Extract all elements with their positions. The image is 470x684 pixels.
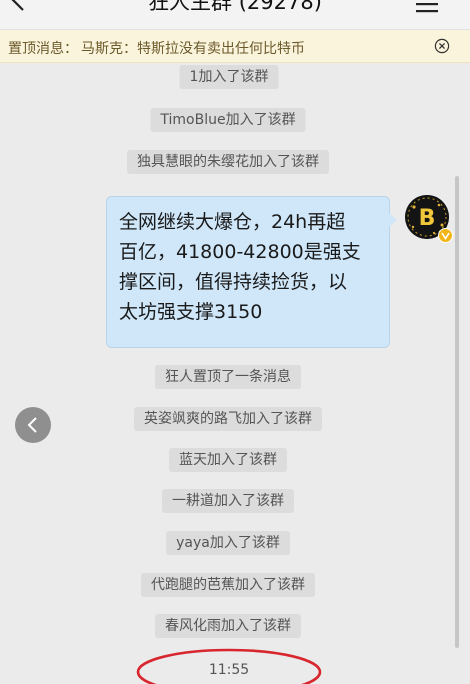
message-line: 撑区间，值得持续捡货，以	[119, 271, 348, 293]
hamburger-menu-icon[interactable]	[414, 0, 440, 14]
system-notice: TimoBlue加入了该群	[150, 108, 306, 132]
pinned-message-bar[interactable]: 置顶消息： 马斯克：特斯拉没有卖出任何比特币	[0, 30, 470, 63]
pinned-message-text[interactable]: 马斯克：特斯拉没有卖出任何比特币	[81, 38, 305, 58]
group-title: 狂人主群 (29278)	[148, 0, 322, 14]
message-line: 太坊强支撑3150	[119, 301, 263, 323]
system-notice: 一耕道加入了该群	[162, 489, 294, 513]
system-notice: 独具慧眼的朱缨花加入了该群	[127, 150, 329, 174]
system-notice: 英姿飒爽的路飞加入了该群	[134, 407, 322, 431]
chevron-left-icon	[27, 417, 37, 433]
system-notice: yaya加入了该群	[166, 531, 290, 555]
red-circle-annotation	[136, 648, 322, 684]
system-notice: 蓝天加入了该群	[169, 448, 287, 472]
scrollbar[interactable]	[455, 176, 459, 648]
svg-text:B: B	[419, 206, 436, 231]
message-line: 百亿，41800-42800是强支	[119, 241, 361, 263]
chat-message-bubble[interactable]: 全网继续大爆仓，24h再超 百亿，41800-42800是强支 撑区间，值得持续…	[106, 196, 397, 348]
system-notice: 代跑腿的芭蕉加入了该群	[141, 573, 315, 597]
system-notice: 1加入了该群	[179, 65, 279, 89]
close-icon[interactable]	[434, 38, 450, 54]
system-notice: 春风化雨加入了该群	[155, 614, 301, 638]
system-notice: 狂人置顶了一条消息	[155, 365, 301, 389]
pinned-prefix-label: 置顶消息：	[8, 41, 78, 57]
top-bar: 狂人主群 (29278)	[0, 0, 470, 30]
verified-badge-icon	[438, 228, 453, 243]
floating-back-button[interactable]	[15, 407, 51, 443]
message-line: 全网继续大爆仓，24h再超	[119, 211, 346, 233]
